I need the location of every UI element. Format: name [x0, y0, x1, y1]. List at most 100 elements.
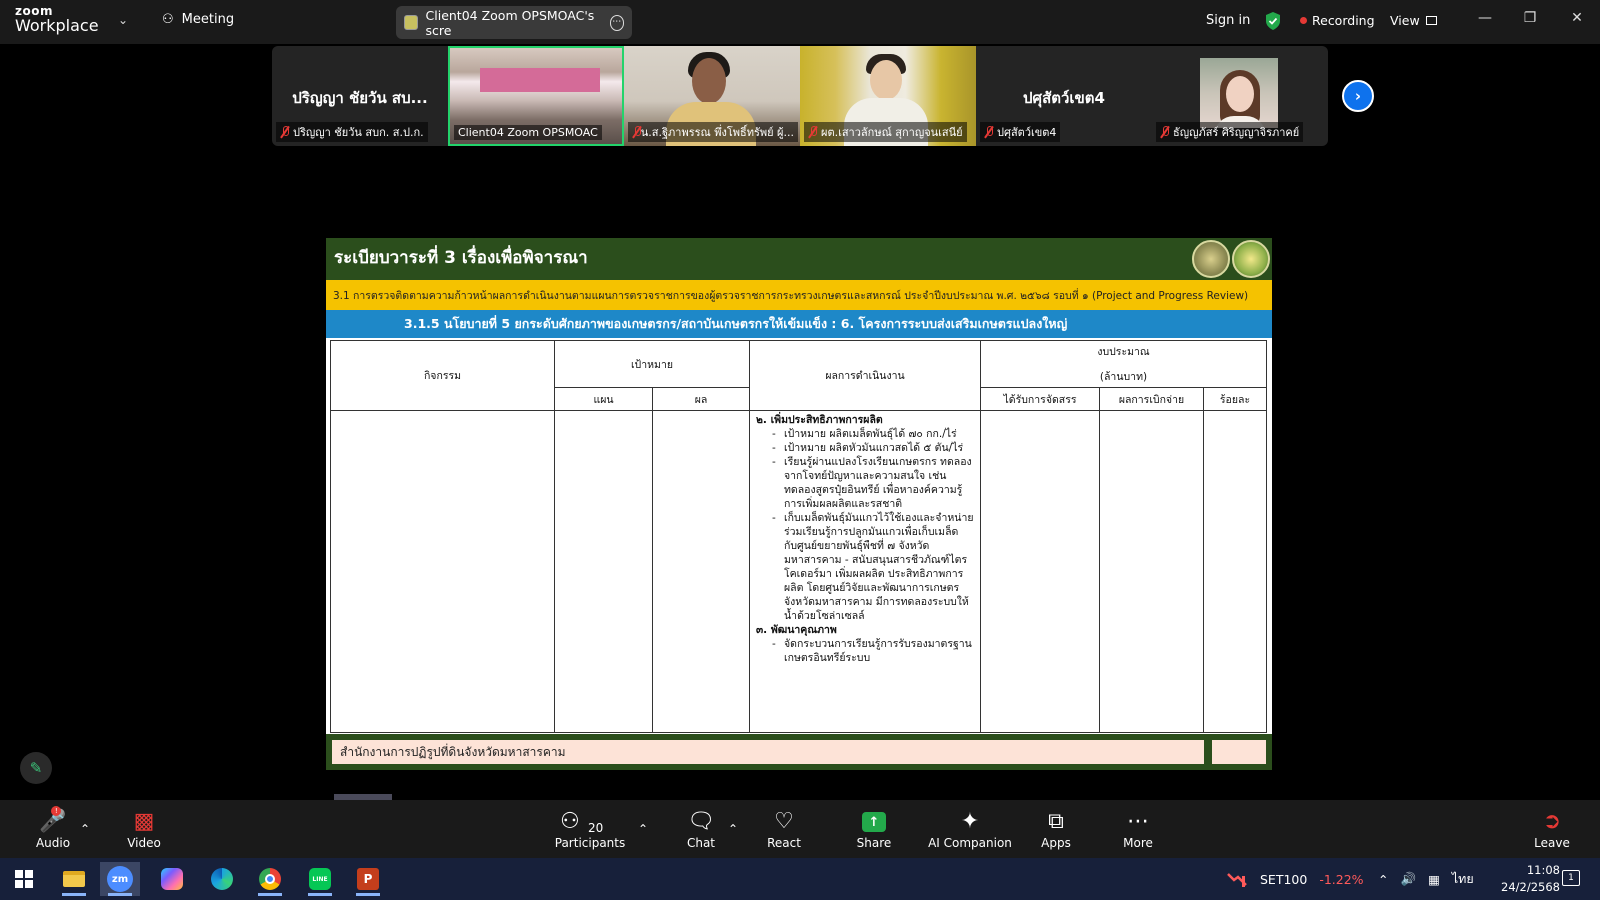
- slide-footer-blank: [1212, 740, 1266, 764]
- participant-tile[interactable]: ปริญญา ชัยวัน สบ... ปริญญา ชัยวัน สบก. ส…: [272, 46, 448, 146]
- stock-chart-icon: [1227, 873, 1247, 887]
- recording-indicator[interactable]: Recording: [1300, 13, 1375, 28]
- cell-plan: [554, 410, 653, 733]
- microphone-icon: 🎤!: [39, 806, 67, 834]
- video-feed-face: [1226, 76, 1254, 112]
- chat-options-caret-icon[interactable]: ⌃: [728, 800, 738, 858]
- participant-tile[interactable]: ผต.เสาวลักษณ์ สุกาญจนเสนีย์: [800, 46, 976, 146]
- apps-button[interactable]: ⧉ Apps: [1038, 800, 1074, 858]
- network-icon[interactable]: ▦: [1428, 872, 1440, 887]
- audio-button[interactable]: 🎤! Audio: [34, 800, 72, 858]
- participants-options-caret-icon[interactable]: ⌃: [638, 800, 648, 858]
- running-indicator: [108, 893, 132, 896]
- participants-count: 20: [588, 821, 604, 835]
- audio-label: Audio: [35, 836, 71, 850]
- running-indicator: [356, 893, 380, 896]
- taskbar-line[interactable]: LINE: [300, 862, 340, 896]
- chevron-down-icon[interactable]: ⌄: [118, 13, 128, 27]
- slide-title: ระเบียบวาระที่ 3 เรื่องเพื่อพิจารณา: [334, 248, 588, 268]
- chat-button[interactable]: 🗨 Chat: [684, 800, 718, 858]
- more-label: More: [1123, 836, 1153, 850]
- list-item: เรียนรู้ผ่านแปลงโรงเรียนเกษตรกร ทดลองจาก…: [756, 455, 974, 511]
- sign-in-link[interactable]: Sign in: [1206, 13, 1250, 28]
- participant-label: Client04 Zoom OPSMOAC: [454, 125, 602, 140]
- participant-name: ปริญญา ชัยวัน สบก. ส.ป.ก.: [293, 126, 424, 139]
- close-icon[interactable]: ✕: [1562, 10, 1592, 26]
- meeting-menu-button[interactable]: ⚇ Meeting: [162, 12, 234, 27]
- zoom-app-icon: zm: [107, 866, 133, 892]
- ministry-emblem: [1232, 240, 1270, 278]
- video-button[interactable]: ▩ Video: [124, 800, 164, 858]
- apps-grid-icon: ⧉: [1048, 809, 1064, 834]
- taskbar-powerpoint[interactable]: P: [348, 862, 388, 896]
- taskbar-clock[interactable]: 11:08 24/2/2568: [1484, 862, 1560, 896]
- col-budget-unit: (ล้านบาท): [1099, 371, 1148, 383]
- participants-icon: ⚇ 20: [560, 808, 620, 836]
- input-language[interactable]: ไทย: [1452, 869, 1474, 889]
- col-percent: ร้อยละ: [1203, 387, 1267, 411]
- leave-button[interactable]: ➲ Leave: [1532, 800, 1572, 858]
- slide-table-area: กิจกรรม เป้าหมาย ผลการดำเนินงาน งบประมาณ…: [326, 338, 1272, 734]
- participant-name: ผต.เสาวลักษณ์ สุกาญจนเสนีย์: [821, 126, 963, 139]
- logo-workplace-text: Workplace: [15, 16, 99, 35]
- mic-muted-icon: [1160, 126, 1170, 138]
- share-label: Share: [856, 836, 892, 850]
- view-button[interactable]: View: [1390, 13, 1437, 28]
- volume-icon[interactable]: 🔊: [1400, 871, 1416, 887]
- start-button[interactable]: [4, 862, 44, 896]
- share-button[interactable]: ↑ Share: [854, 800, 894, 858]
- chat-bubble-icon: 🗨: [687, 809, 715, 834]
- cell-allocated: [980, 410, 1100, 733]
- stock-widget[interactable]: SET100 -1.22%: [1226, 858, 1364, 900]
- col-result: ผล: [652, 387, 750, 411]
- stock-name: SET100: [1260, 871, 1308, 887]
- col-disbursed: ผลการเบิกจ่าย: [1099, 387, 1204, 411]
- stock-change: -1.22%: [1319, 871, 1364, 887]
- taskbar-edge[interactable]: [202, 862, 242, 896]
- participant-tile-active-speaker[interactable]: Client04 Zoom OPSMOAC: [448, 46, 624, 146]
- line-app-icon: LINE: [309, 868, 331, 890]
- audio-options-caret-icon[interactable]: ⌃: [80, 800, 90, 858]
- next-page-arrow-icon[interactable]: ›: [1342, 80, 1374, 112]
- outcome-list: เป้าหมาย ผลิตเมล็ดพันธุ์ได้ ๗๐ กก./ไร่ เ…: [756, 427, 974, 623]
- taskbar-zoom[interactable]: zm: [100, 862, 140, 896]
- more-button[interactable]: ⋯ More: [1118, 800, 1158, 858]
- taskbar-copilot[interactable]: [152, 862, 192, 896]
- cell-disbursed: [1099, 410, 1204, 733]
- mic-muted-icon: [808, 126, 818, 138]
- shared-slide: ระเบียบวาระที่ 3 เรื่องเพื่อพิจารณา 3.1 …: [326, 238, 1272, 770]
- table-row: ๒. เพิ่มประสิทธิภาพการผลิต เป้าหมาย ผลิต…: [330, 410, 1267, 733]
- participant-name: Client04 Zoom OPSMOAC: [458, 126, 598, 139]
- participant-tile[interactable]: ปศุสัตว์เขต4 ปศุสัตว์เขต4: [976, 46, 1152, 146]
- windows-taskbar: zm LINE P SET100 -1.22% ⌃ 🔊 ▦ ไทย 11:08 …: [0, 858, 1600, 900]
- running-indicator: [258, 893, 282, 896]
- grid-view-icon: [1425, 16, 1437, 25]
- participants-button[interactable]: ⚇ 20 Participants: [555, 800, 626, 858]
- participant-tile[interactable]: ธัญญภัสร์ ศิริญญาจิรภาคย์: [1152, 46, 1328, 146]
- taskbar-chrome[interactable]: [250, 862, 290, 896]
- edge-browser-icon: [211, 868, 233, 890]
- apps-label: Apps: [1041, 836, 1071, 850]
- taskbar-file-explorer[interactable]: [54, 862, 94, 896]
- participant-tile[interactable]: น.ส.ฐิภาพรรณ พึ่งโพธิ์ทรัพย์ ผู้...: [624, 46, 800, 146]
- restore-icon[interactable]: ❐: [1515, 10, 1545, 26]
- meeting-label: Meeting: [181, 12, 235, 27]
- minimize-icon[interactable]: —: [1470, 10, 1500, 26]
- tray-expand-chevron-icon[interactable]: ⌃: [1378, 872, 1388, 887]
- sparkle-icon: ✦: [960, 809, 980, 834]
- mic-muted-icon: [984, 126, 994, 138]
- participant-strip: ปริญญา ชัยวัน สบ... ปริญญา ชัยวัน สบก. ส…: [272, 46, 1328, 146]
- screen-share-indicator[interactable]: Client04 Zoom OPSMOAC's scre ⋯: [396, 6, 632, 39]
- security-shield-icon[interactable]: [1264, 11, 1282, 31]
- ai-companion-label: AI Companion: [928, 836, 1012, 850]
- notification-center-icon[interactable]: 1: [1562, 870, 1580, 886]
- ai-companion-button[interactable]: ✦ AI Companion: [928, 800, 1012, 858]
- participant-big-name: ปริญญา ชัยวัน สบ...: [292, 89, 428, 107]
- people-icon: ⚇: [162, 12, 174, 27]
- video-off-icon: ▩: [133, 809, 155, 834]
- mic-muted-icon: [280, 126, 290, 138]
- react-button[interactable]: ♡ React: [766, 800, 802, 858]
- annotate-pencil-icon[interactable]: ✎: [20, 752, 52, 784]
- more-options-icon[interactable]: ⋯: [609, 14, 624, 31]
- participant-name: น.ส.ฐิภาพรรณ พึ่งโพธิ์ทรัพย์ ผู้...: [640, 126, 794, 139]
